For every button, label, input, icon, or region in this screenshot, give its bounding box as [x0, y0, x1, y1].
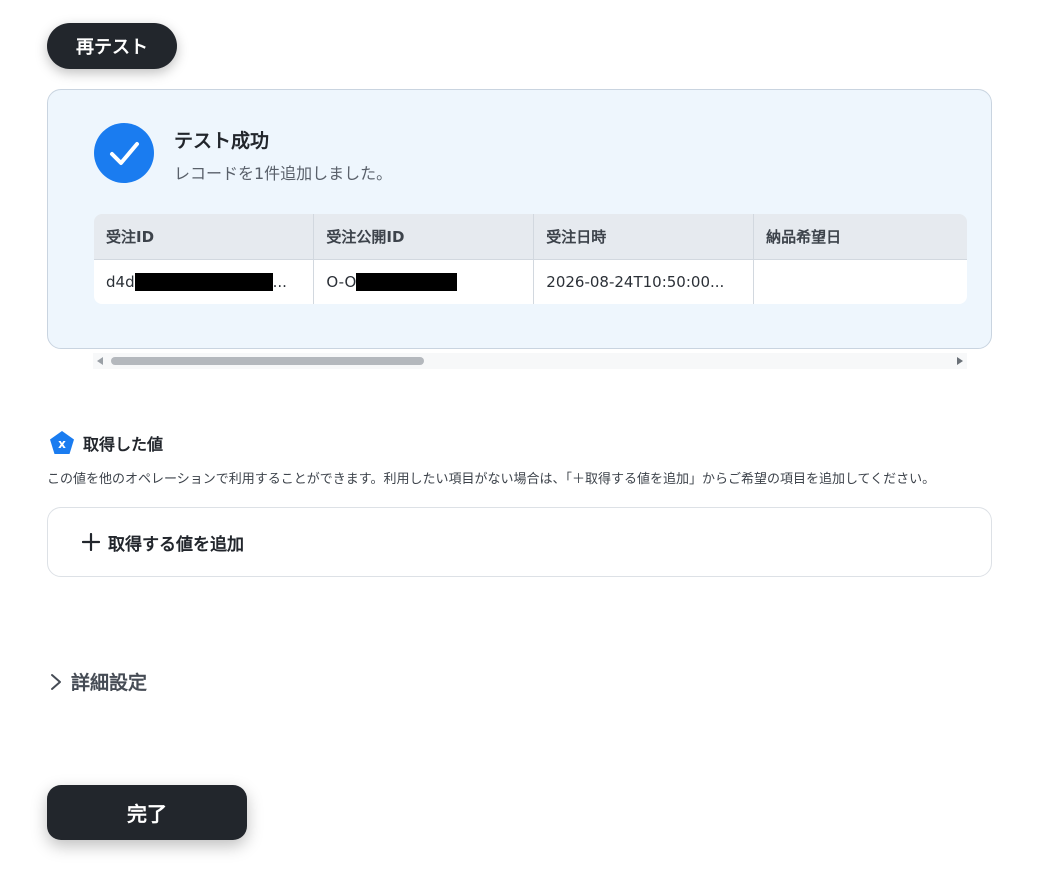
ellipsis-text: ... [272, 272, 287, 291]
column-header: 受注ID [94, 214, 315, 260]
cell-text: O-O [326, 272, 357, 291]
column-header: 受注日時 [533, 214, 755, 260]
redaction-block [134, 273, 273, 291]
add-value-label: 取得する値を追加 [108, 534, 244, 555]
check-icon [94, 123, 154, 183]
advanced-settings-toggle[interactable]: 詳細設定 [49, 668, 147, 695]
table-cell: O-O [313, 259, 535, 304]
plus-icon [82, 533, 100, 551]
scroll-right-icon[interactable] [957, 357, 963, 365]
scroll-left-icon[interactable] [97, 357, 103, 365]
add-value-button[interactable]: 取得する値を追加 [47, 507, 992, 577]
table-cell: 2026-08-24T10:50:00... [533, 259, 755, 304]
success-message: レコードを1件追加しました。 [174, 164, 393, 183]
column-header: 納品希望日 [753, 214, 967, 260]
result-table: 受注ID 受注公開ID 受注日時 納品希望日 発 d4d... O-O 2026… [94, 214, 967, 304]
acquired-values-header: x 取得した値 [49, 430, 163, 456]
advanced-settings-label: 詳細設定 [71, 672, 148, 694]
table-cell: d4d... [94, 259, 315, 304]
table-header-row: 受注ID 受注公開ID 受注日時 納品希望日 発 [94, 214, 967, 260]
section-title: 取得した値 [83, 435, 164, 454]
test-result-panel: テスト成功 レコードを1件追加しました。 受注ID 受注公開ID 受注日時 納品… [47, 89, 992, 349]
horizontal-scrollbar[interactable] [93, 353, 967, 369]
scroll-thumb[interactable] [111, 357, 424, 365]
svg-text:x: x [58, 437, 66, 451]
done-button[interactable]: 完了 [47, 785, 247, 840]
retest-button[interactable]: 再テスト [47, 23, 177, 69]
column-header: 受注公開ID [313, 214, 535, 260]
redaction-block [356, 273, 458, 291]
success-title: テスト成功 [174, 130, 270, 152]
section-description: この値を他のオペレーションで利用することができます。利用したい項目がない場合は、… [47, 472, 936, 487]
table-cell [753, 259, 967, 304]
chevron-right-icon [51, 673, 61, 690]
cell-text: d4d [106, 272, 135, 291]
variable-badge-icon: x [50, 431, 74, 454]
table-row: d4d... O-O 2026-08-24T10:50:00... [94, 259, 967, 304]
